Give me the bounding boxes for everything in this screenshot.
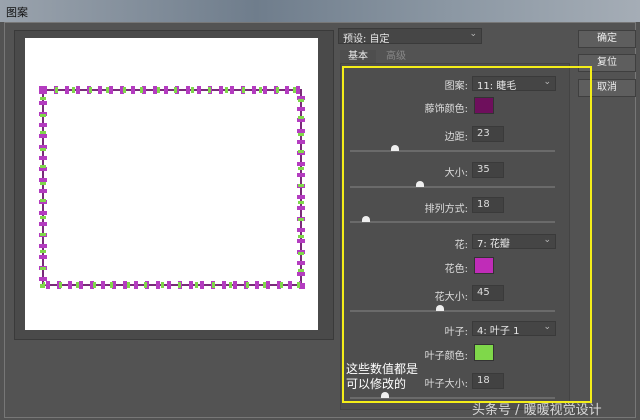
size-input[interactable]: 35: [472, 162, 504, 178]
ok-button[interactable]: 确定: [578, 30, 636, 48]
pattern-value: 11: 睫毛: [477, 81, 517, 92]
preset-dropdown[interactable]: 预设: 自定 ⌄: [338, 28, 482, 45]
preset-label: 预设: 自定: [343, 34, 390, 45]
arrangement-input[interactable]: 18: [472, 197, 504, 213]
pattern-dropdown[interactable]: 11: 睫毛 ⌄: [472, 76, 556, 92]
tab-basic[interactable]: 基本: [340, 50, 376, 64]
preview-canvas: [25, 38, 318, 330]
annotation-line-2: 可以修改的: [346, 377, 407, 391]
window-title: 图案: [6, 6, 28, 19]
annotation-note: 这些数值都是 可以修改的: [346, 362, 418, 392]
watermark: 头条号 / 暖暖视觉设计: [472, 403, 602, 418]
slider-thumb[interactable]: [362, 216, 371, 222]
size-label: 大小:: [444, 168, 468, 179]
annotation-line-1: 这些数值都是: [346, 362, 419, 376]
pattern-label: 图案:: [444, 81, 468, 92]
arrangement-slider[interactable]: [350, 216, 555, 223]
chevron-down-icon: ⌄: [543, 235, 551, 245]
cancel-button[interactable]: 取消: [578, 79, 636, 97]
slider-thumb[interactable]: [380, 392, 389, 398]
chevron-down-icon: ⌄: [543, 77, 551, 87]
vine-color-swatch[interactable]: [474, 97, 494, 114]
chevron-down-icon: ⌄: [543, 322, 551, 332]
flower-color-label: 花色:: [444, 264, 468, 275]
leaf-dropdown[interactable]: 4: 叶子 1 ⌄: [472, 321, 556, 337]
flower-size-input[interactable]: 45: [472, 285, 504, 301]
flower-size-slider[interactable]: [350, 305, 555, 312]
margin-slider[interactable]: [350, 145, 555, 152]
margin-label: 边距:: [444, 132, 468, 143]
reset-button[interactable]: 复位: [578, 54, 636, 72]
slider-thumb[interactable]: [415, 181, 424, 187]
size-slider[interactable]: [350, 181, 555, 188]
vine-frame-preview: [39, 86, 305, 289]
arrangement-label: 排列方式:: [424, 204, 468, 215]
flower-dropdown[interactable]: 7: 花瓣 ⌄: [472, 234, 556, 250]
slider-thumb[interactable]: [391, 145, 400, 151]
title-bar: 图案: [0, 0, 640, 22]
slider-thumb[interactable]: [436, 305, 445, 311]
leaf-size-input[interactable]: 18: [472, 373, 504, 389]
leaf-color-swatch[interactable]: [474, 344, 494, 361]
flower-size-label: 花大小:: [434, 292, 468, 303]
margin-input[interactable]: 23: [472, 126, 504, 142]
leaf-value: 4: 叶子 1: [477, 326, 520, 337]
leaf-label: 叶子:: [444, 327, 468, 338]
chevron-down-icon: ⌄: [469, 29, 477, 39]
vine-color-label: 藤饰颜色:: [424, 104, 468, 115]
tab-advanced[interactable]: 高级: [378, 50, 414, 64]
flower-label: 花:: [454, 240, 468, 251]
leaf-color-label: 叶子颜色:: [424, 351, 468, 362]
flower-value: 7: 花瓣: [477, 239, 510, 250]
flower-color-swatch[interactable]: [474, 257, 494, 274]
